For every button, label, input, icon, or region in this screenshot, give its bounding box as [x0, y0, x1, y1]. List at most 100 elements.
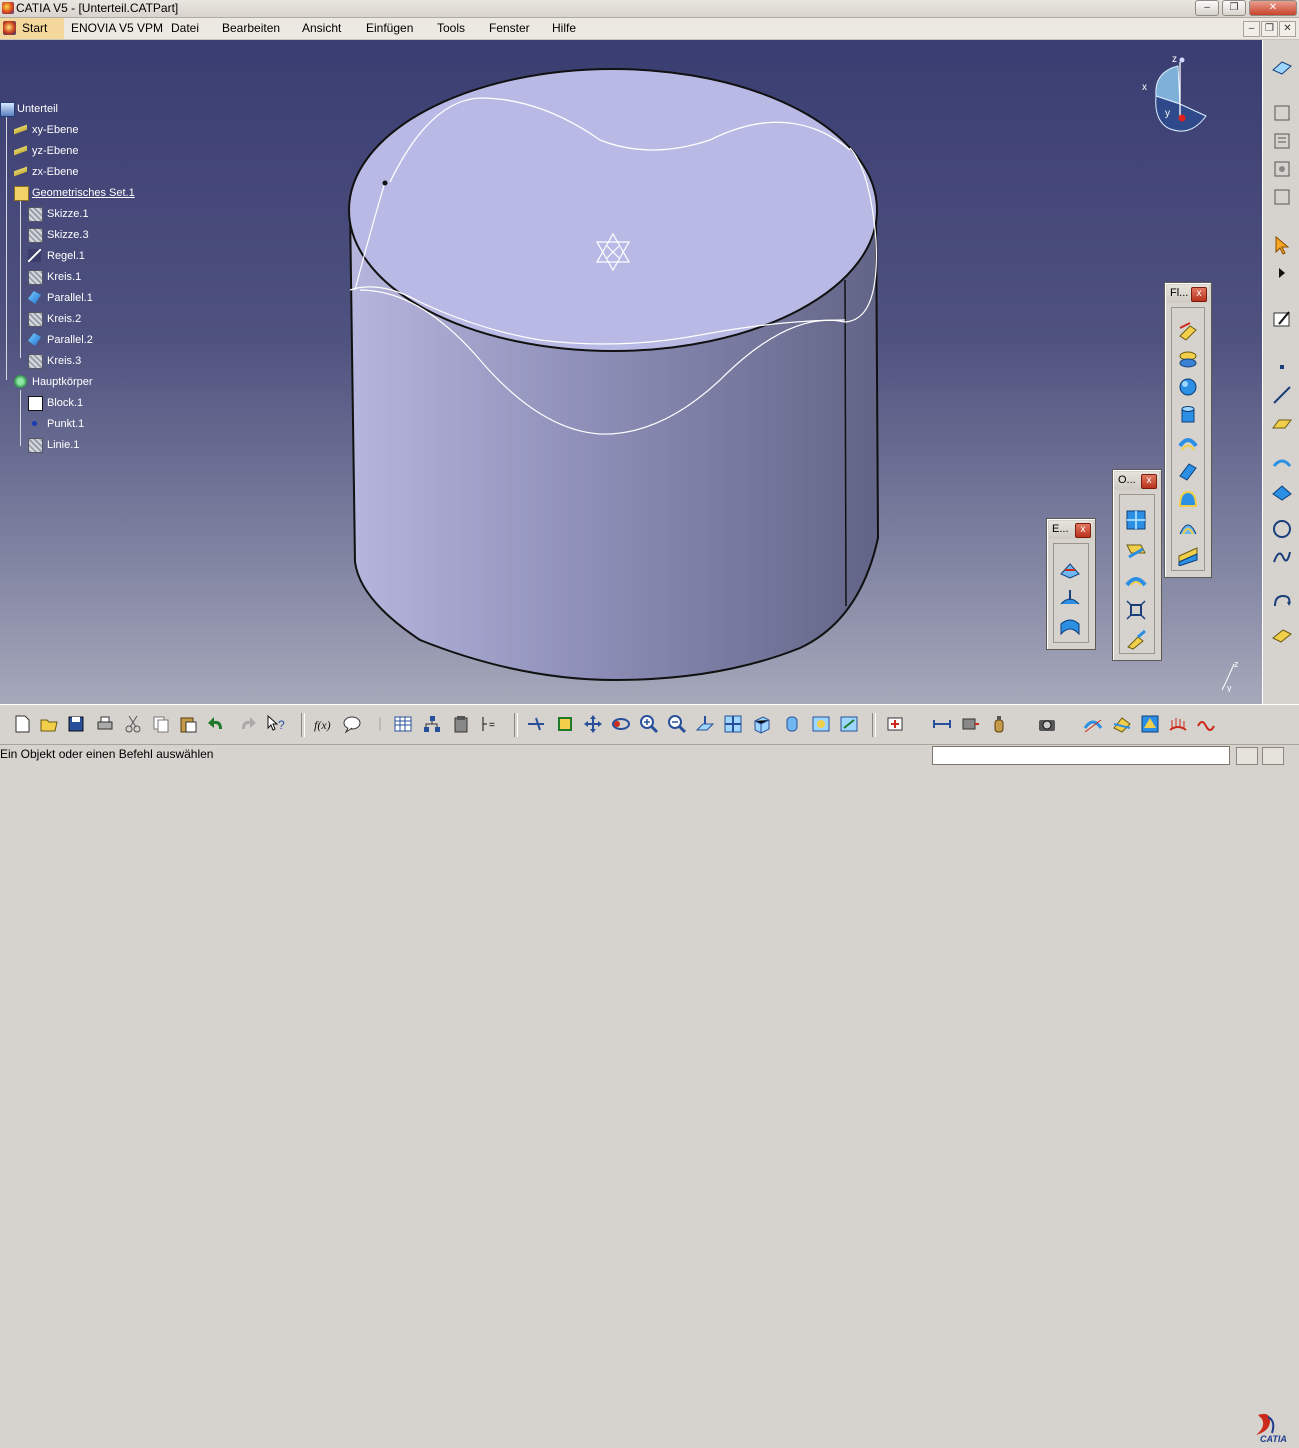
paste-icon[interactable] [178, 714, 198, 734]
palette-surfaces-titlebar[interactable]: Fl... x [1167, 285, 1209, 303]
ordered-set-icon[interactable] [1271, 130, 1293, 152]
cut-icon[interactable] [123, 714, 143, 734]
workbench-icon[interactable] [1271, 56, 1293, 78]
draft-analysis-icon[interactable] [1112, 714, 1132, 734]
menu-datei[interactable]: Datei [171, 21, 199, 35]
translate-icon[interactable] [1125, 599, 1147, 621]
palette-extrude-close-button[interactable]: x [1075, 523, 1091, 538]
window-minimize-button[interactable]: – [1195, 0, 1219, 16]
menu-enovia[interactable]: ENOVIA V5 VPM [71, 21, 163, 35]
multi-view-icon[interactable] [723, 714, 743, 734]
scan-icon[interactable] [1271, 624, 1293, 646]
menu-einfuegen[interactable]: Einfügen [366, 21, 413, 35]
palette-extrude-titlebar[interactable]: E... x [1049, 521, 1093, 539]
select-arrow-icon[interactable] [1271, 234, 1293, 256]
hide-show-icon[interactable] [811, 714, 831, 734]
open-file-icon[interactable] [39, 714, 59, 734]
offset-surface-icon[interactable] [1177, 432, 1199, 454]
3d-viewport[interactable]: Unterteil xy-Ebene yz-Ebene zx-Ebene Geo… [0, 40, 1262, 704]
zoom-in-icon[interactable] [639, 714, 659, 734]
new-file-icon[interactable] [12, 714, 32, 734]
sweep-surface-icon[interactable] [1177, 460, 1199, 482]
menu-bearbeiten[interactable]: Bearbeiten [222, 21, 280, 35]
expand-arrow-icon[interactable] [1271, 262, 1293, 284]
measure-item-icon[interactable] [961, 714, 981, 734]
status-button-1[interactable] [1236, 747, 1258, 765]
projection-icon[interactable] [1271, 452, 1293, 474]
comment-icon[interactable] [342, 714, 362, 734]
palette-surfaces[interactable]: Fl... x [1164, 282, 1212, 578]
redo-icon[interactable] [238, 714, 258, 734]
rotate-icon[interactable] [611, 714, 631, 734]
measure-inertia-icon[interactable] [989, 714, 1009, 734]
circle-tool-icon[interactable] [1271, 518, 1293, 540]
document-minimize-button[interactable]: – [1243, 21, 1260, 37]
intersection-icon[interactable] [1271, 480, 1293, 502]
shape-morphing-icon[interactable] [1059, 616, 1081, 638]
geometrical-set-insert-icon[interactable] [1271, 102, 1293, 124]
measure-icon[interactable] [370, 714, 390, 734]
revolve-surface-icon[interactable] [1177, 348, 1199, 370]
menu-ansicht[interactable]: Ansicht [302, 21, 341, 35]
catalog-icon[interactable] [451, 714, 471, 734]
window-restore-button[interactable]: ❐ [1222, 0, 1246, 16]
swap-visible-space-icon[interactable] [839, 714, 859, 734]
window-close-button[interactable]: ✕ [1249, 0, 1297, 16]
palette-operations-titlebar[interactable]: O... x [1115, 472, 1159, 490]
normal-view-icon[interactable] [695, 714, 715, 734]
capture-icon[interactable] [1037, 714, 1057, 734]
palette-operations-close-button[interactable]: x [1141, 474, 1157, 489]
document-close-button[interactable]: ✕ [1279, 21, 1296, 37]
palette-surfaces-close-button[interactable]: x [1191, 287, 1207, 302]
extract-icon[interactable] [1125, 569, 1147, 591]
work-object-icon[interactable] [1271, 186, 1293, 208]
zoom-out-icon[interactable] [667, 714, 687, 734]
document-restore-button[interactable]: ❐ [1261, 21, 1278, 37]
command-input[interactable] [932, 746, 1230, 765]
body-insert-icon[interactable] [1271, 158, 1293, 180]
connect-checker-icon[interactable] [1083, 714, 1103, 734]
porcupine-analysis-icon[interactable] [1168, 714, 1188, 734]
update-icon[interactable] [885, 714, 905, 734]
menu-tools[interactable]: Tools [437, 21, 465, 35]
parameters-icon[interactable]: = [480, 714, 500, 734]
fly-mode-icon[interactable] [526, 714, 546, 734]
join-icon[interactable] [1125, 509, 1147, 531]
menu-start[interactable]: Start [0, 18, 64, 39]
split-icon[interactable] [1125, 539, 1147, 561]
multi-section-surface-icon[interactable] [1177, 516, 1199, 538]
menu-hilfe[interactable]: Hilfe [552, 21, 576, 35]
shading-icon[interactable] [782, 714, 802, 734]
spline-tool-icon[interactable] [1271, 546, 1293, 568]
extrapolate-icon[interactable] [1125, 629, 1147, 651]
blend-surface-icon[interactable] [1177, 544, 1199, 566]
fit-all-icon[interactable] [555, 714, 575, 734]
extrude-surface-icon[interactable] [1177, 320, 1199, 342]
fill-surface-icon[interactable] [1177, 488, 1199, 510]
pan-icon[interactable] [583, 714, 603, 734]
iso-view-icon[interactable] [751, 714, 771, 734]
palette-operations[interactable]: O... x [1112, 469, 1162, 661]
line-tool-icon[interactable] [1271, 384, 1293, 406]
save-icon[interactable] [66, 714, 86, 734]
undo-icon[interactable] [206, 714, 226, 734]
compass-icon[interactable]: z x y [1140, 54, 1212, 138]
formula-icon[interactable]: f(x) [313, 714, 333, 734]
repetition-icon[interactable] [1271, 592, 1293, 614]
bump-icon[interactable] [1059, 560, 1081, 582]
curve-comb-icon[interactable] [1196, 714, 1216, 734]
palette-extrude[interactable]: E... x [1046, 518, 1096, 650]
curvature-analysis-icon[interactable] [1140, 714, 1160, 734]
point-tool-icon[interactable] [1271, 356, 1293, 378]
measure-between-icon[interactable] [932, 714, 952, 734]
copy-icon[interactable] [151, 714, 171, 734]
wrap-curve-icon[interactable] [1059, 588, 1081, 610]
menu-fenster[interactable]: Fenster [489, 21, 530, 35]
whats-this-icon[interactable]: ? [266, 714, 286, 734]
print-icon[interactable] [95, 714, 115, 734]
catia-app-icon[interactable] [2, 2, 14, 14]
knowledge-icon[interactable] [422, 714, 442, 734]
sphere-icon[interactable] [1177, 376, 1199, 398]
design-table-icon[interactable] [393, 714, 413, 734]
window-title-bar[interactable]: CATIA V5 - [Unterteil.CATPart] – ❐ ✕ [0, 0, 1299, 18]
